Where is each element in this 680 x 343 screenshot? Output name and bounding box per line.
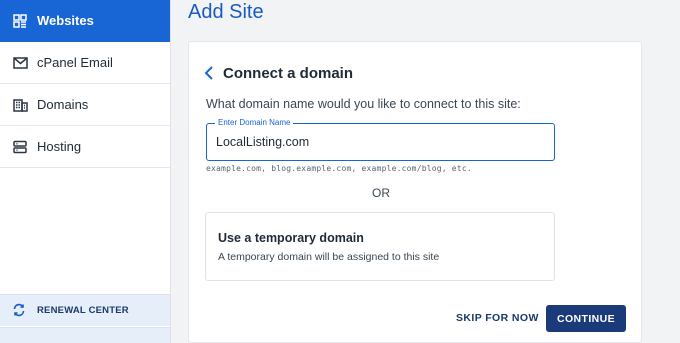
connect-domain-card (188, 41, 642, 343)
envelope-icon (12, 55, 28, 71)
sidebar-item-cpanel-email[interactable]: cPanel Email (0, 42, 170, 84)
building-icon (12, 97, 28, 113)
sidebar-item-domains[interactable]: Domains (0, 84, 170, 126)
sidebar: Websites cPanel Email Domains Hosting RE… (0, 0, 171, 343)
sidebar-next-item (0, 327, 170, 343)
domain-hint: example.com, blog.example.com, example.c… (206, 164, 472, 173)
card-heading: Connect a domain (223, 65, 354, 82)
domain-name-field[interactable]: Enter Domain Name (206, 118, 555, 161)
server-icon (12, 139, 28, 155)
sidebar-item-websites[interactable]: Websites (0, 0, 170, 42)
sidebar-item-label: cPanel Email (37, 55, 113, 70)
chevron-left-icon[interactable] (203, 65, 215, 81)
sidebar-item-hosting[interactable]: Hosting (0, 126, 170, 168)
websites-grid-icon (12, 13, 28, 29)
temporary-domain-description: A temporary domain will be assigned to t… (218, 251, 440, 263)
refresh-icon (12, 303, 28, 319)
page-title: Add Site (188, 1, 264, 23)
temporary-domain-option[interactable]: Use a temporary domain A temporary domai… (205, 212, 555, 281)
domain-name-field-label: Enter Domain Name (215, 118, 294, 127)
temporary-domain-title: Use a temporary domain (218, 231, 364, 245)
skip-for-now-button[interactable]: SKIP FOR NOW (452, 305, 543, 332)
domain-question: What domain name would you like to conne… (206, 97, 521, 111)
sidebar-item-label: Domains (37, 97, 89, 112)
sidebar-item-label: Hosting (37, 139, 82, 154)
domain-name-input[interactable] (216, 135, 536, 149)
renewal-center-label: RENEWAL CENTER (37, 305, 129, 316)
sidebar-item-label: Websites (37, 13, 94, 28)
or-separator: OR (372, 186, 390, 200)
renewal-center-link[interactable]: RENEWAL CENTER (0, 294, 170, 326)
continue-button[interactable]: CONTINUE (546, 305, 626, 332)
